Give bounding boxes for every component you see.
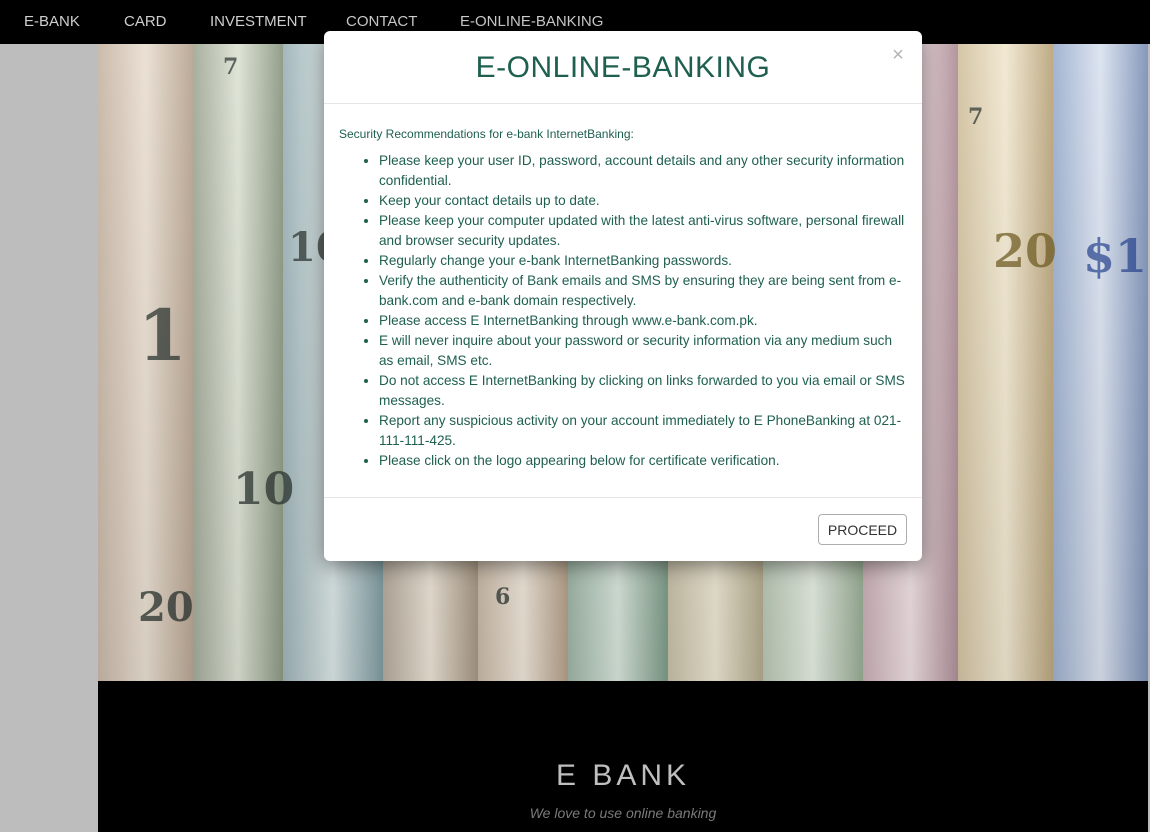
modal-footer: PROCEED bbox=[324, 497, 922, 562]
list-item: Keep your contact details up to date. bbox=[379, 191, 909, 211]
security-intro: Security Recommendations for e-bank Inte… bbox=[339, 127, 634, 141]
close-icon[interactable]: × bbox=[888, 43, 908, 67]
list-item: Verify the authenticity of Bank emails a… bbox=[379, 271, 909, 311]
modal-body: Security Recommendations for e-bank Inte… bbox=[339, 127, 909, 471]
list-item: E will never inquire about your password… bbox=[379, 331, 909, 371]
modal-title: E-ONLINE-BANKING bbox=[475, 51, 771, 84]
modal-header: E-ONLINE-BANKING × bbox=[324, 31, 922, 104]
list-item: Please access E InternetBanking through … bbox=[379, 311, 909, 331]
list-item: Please keep your user ID, password, acco… bbox=[379, 151, 909, 191]
proceed-button[interactable]: PROCEED bbox=[818, 514, 907, 545]
list-item: Report any suspicious activity on your a… bbox=[379, 411, 909, 451]
security-modal: E-ONLINE-BANKING × Security Recommendati… bbox=[324, 31, 922, 561]
list-item: Do not access E InternetBanking by click… bbox=[379, 371, 909, 411]
list-item: Regularly change your e-bank InternetBan… bbox=[379, 251, 909, 271]
list-item: Please click on the logo appearing below… bbox=[379, 451, 909, 471]
list-item: Please keep your computer updated with t… bbox=[379, 211, 909, 251]
recommendations-list: Please keep your user ID, password, acco… bbox=[339, 151, 909, 471]
